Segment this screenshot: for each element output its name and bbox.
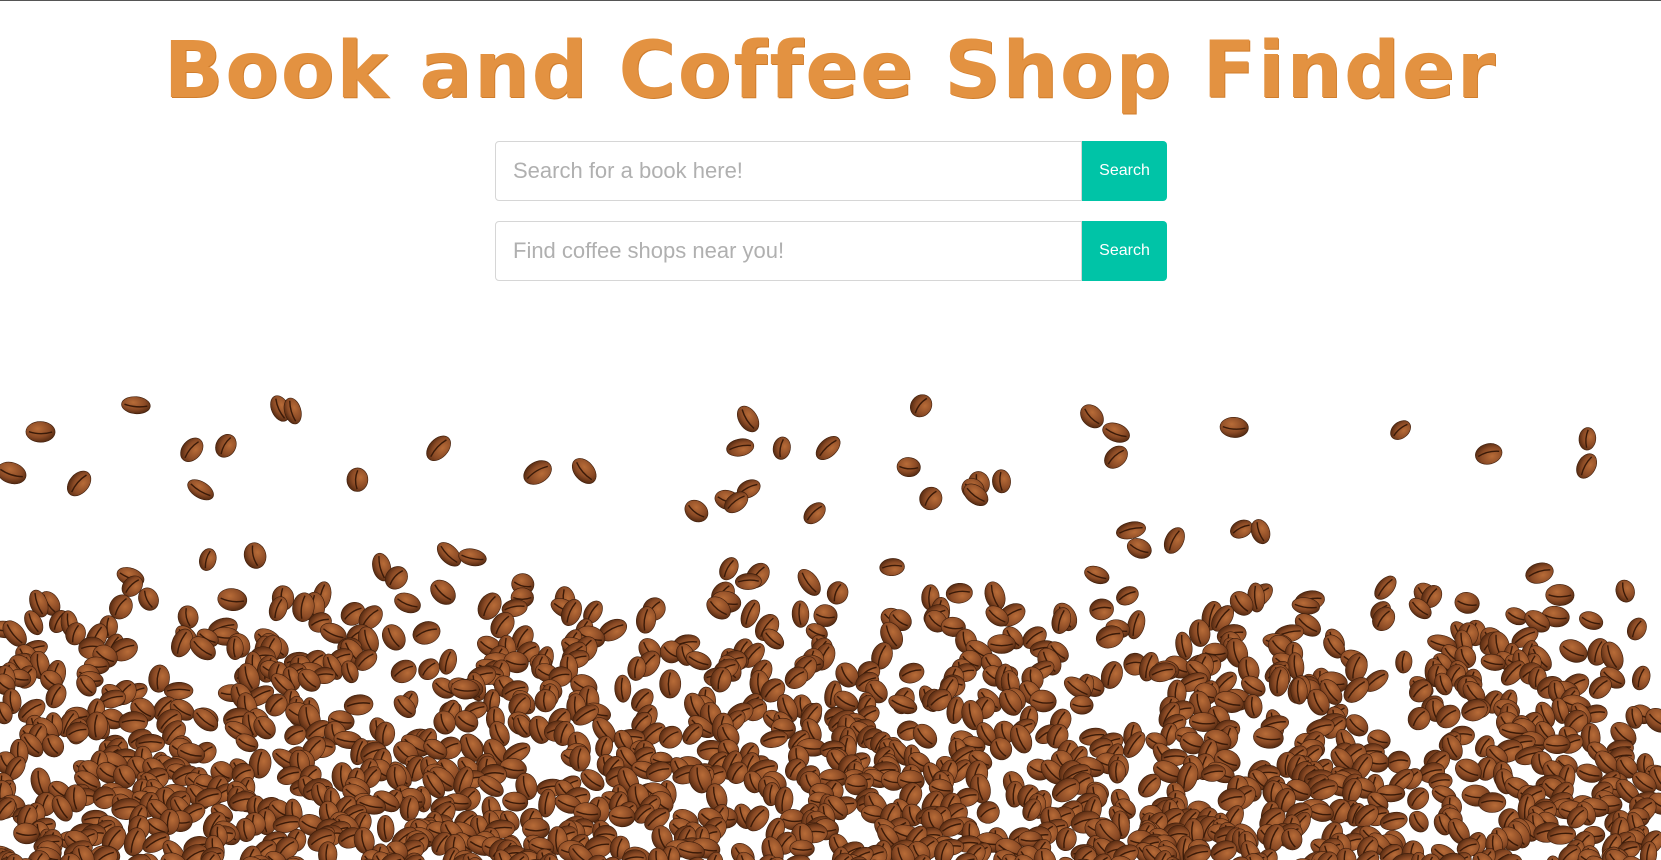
book-search-button[interactable]: Search [1082,141,1167,201]
coffee-search-button[interactable]: Search [1082,221,1167,281]
coffee-search-form: Search [495,221,1167,281]
book-search-form: Search [495,141,1167,201]
book-search-input[interactable] [495,141,1082,201]
coffee-beans-background [0,394,1661,860]
page: Book and Coffee Shop Finder Search Searc… [0,0,1661,860]
page-title: Book and Coffee Shop Finder [163,26,1498,116]
coffee-search-input[interactable] [495,221,1082,281]
